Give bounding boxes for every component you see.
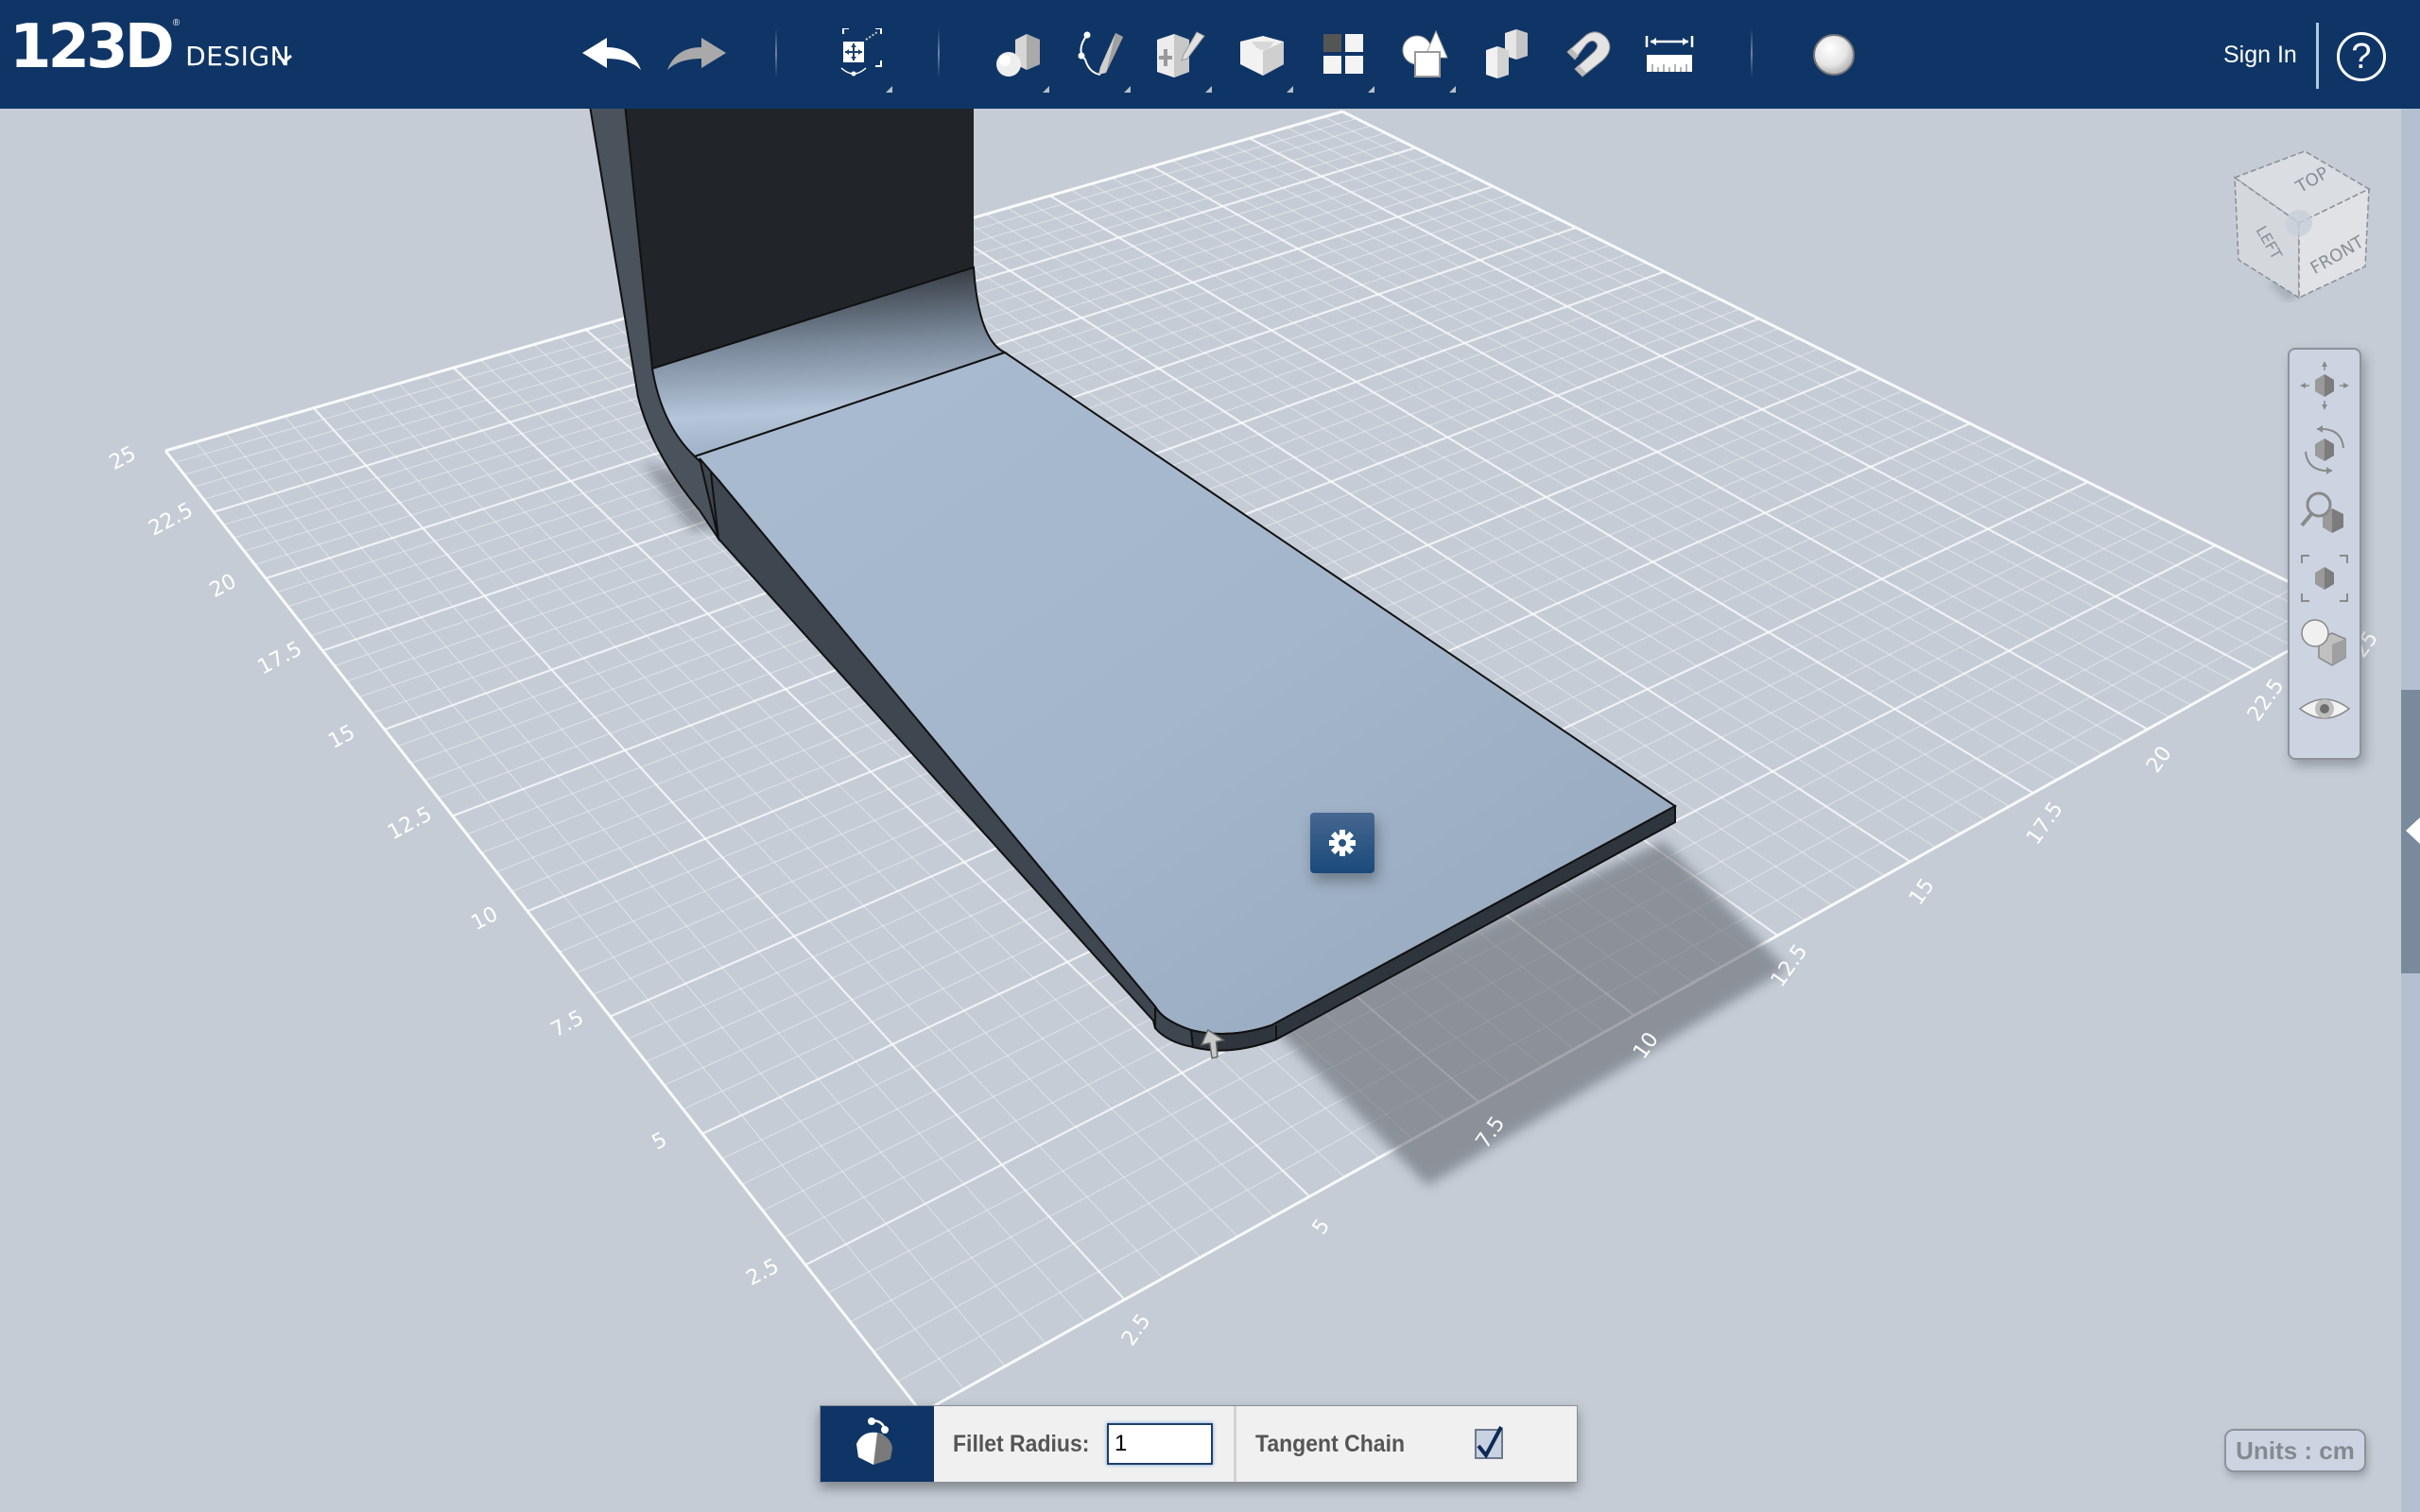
right-axis-tick-label: 17.5 (2022, 798, 2068, 849)
grouping-button[interactable] (1392, 21, 1460, 93)
grid-major-line (1249, 137, 2256, 671)
snap-magnet-icon (1566, 31, 1611, 77)
fit-all-icon (2301, 555, 2348, 602)
3d-viewport[interactable]: 2.5 5 7.5 10 12.5 15 17.5 20 22.5 25 2.5 5 7.5 10 12.5… (0, 109, 2401, 1512)
tangent-chain-label: Tangent Chain (1254, 1430, 1405, 1457)
measure-ruler-icon (1645, 36, 1694, 72)
fit-all-button[interactable] (2296, 550, 2353, 607)
undo-button[interactable] (579, 21, 647, 89)
sketch-button[interactable] (1066, 21, 1134, 93)
materials-outlines-icon (2301, 619, 2346, 666)
orbit-button[interactable] (2296, 421, 2353, 478)
fillet-radius-label: Fillet Radius: (953, 1430, 1090, 1457)
grid-minor-line (1287, 127, 2295, 648)
gear-icon (1329, 830, 1356, 856)
left-axis-tick-label: 17.5 (254, 637, 306, 679)
logo-number: 123D (9, 12, 175, 82)
logo-registered-mark: ® (172, 18, 181, 28)
zoom-magnifier-icon (2300, 491, 2343, 533)
pan-button[interactable] (2296, 357, 2353, 414)
right-axis-tick-label: 2.5 (1117, 1310, 1156, 1350)
dropdown-corner-icon (886, 86, 892, 93)
toolbar-separator (2316, 23, 2319, 89)
left-axis-tick-label: 5 (648, 1128, 671, 1156)
material-sphere-icon (1813, 34, 1855, 76)
right-axis-tick-label: 20 (2142, 742, 2177, 777)
right-axis-tick-label: 15 (1905, 874, 1940, 909)
left-axis-tick-label: 7.5 (547, 1006, 588, 1043)
combine-button[interactable] (1473, 21, 1541, 89)
scene-canvas[interactable]: 2.557.51012.51517.52022.5252.557.51012.5… (0, 109, 2401, 1512)
dropdown-corner-icon (1368, 86, 1374, 93)
dropdown-corner-icon (1287, 86, 1293, 93)
top-toolbar: 123D ® DESIGN Sign In ? (0, 0, 2420, 109)
left-axis-tick-label: 12.5 (384, 802, 436, 845)
navigation-bar (2288, 348, 2361, 760)
checkmark-icon (1477, 1426, 1503, 1459)
dropdown-corner-icon (1205, 86, 1212, 93)
zoom-button[interactable] (2296, 486, 2353, 542)
snap-button[interactable] (1554, 21, 1622, 89)
toolbar-separator (1751, 28, 1753, 77)
units-button[interactable]: Units : cm (2224, 1429, 2366, 1472)
view-cube[interactable]: TOP LEFT FRONT (2231, 142, 2373, 302)
left-axis-tick-label: 2.5 (743, 1255, 784, 1292)
fillet-settings-button[interactable] (1310, 813, 1374, 873)
eye-icon (2298, 698, 2351, 719)
dropdown-corner-icon (1043, 86, 1049, 93)
primitives-button[interactable] (985, 21, 1053, 93)
toolbar-separator (775, 28, 777, 77)
app-menu-chevron-down-icon[interactable] (276, 51, 293, 68)
orbit-icon (2305, 425, 2344, 474)
left-axis-tick-label: 22.5 (145, 499, 197, 541)
left-axis-tick-label: 20 (206, 570, 240, 603)
left-axis-tick-label: 15 (325, 721, 359, 754)
materials-outlines-button[interactable] (2296, 614, 2353, 671)
transform-move-icon (840, 28, 882, 77)
expand-panel-arrow-icon[interactable] (2406, 817, 2420, 844)
material-button[interactable] (1800, 21, 1868, 89)
logo-word: DESIGN (185, 41, 291, 72)
redo-arrow-icon (667, 38, 726, 70)
modify-button[interactable] (1229, 21, 1297, 93)
dropdown-corner-icon (1449, 86, 1456, 93)
right-axis-tick-label: 22.5 (2243, 675, 2290, 726)
primitives-icon (996, 34, 1040, 77)
fillet-radius-input[interactable] (1106, 1423, 1213, 1465)
fillet-panel: Fillet Radius: Tangent Chain (820, 1405, 1578, 1483)
undo-arrow-icon (582, 38, 641, 70)
pattern-button[interactable] (1310, 21, 1378, 93)
grid-minor-line (1230, 143, 2234, 682)
grid-edge-back-right (1341, 110, 2355, 616)
right-axis-tick-label: 5 (1308, 1215, 1336, 1240)
grouping-icon (1402, 29, 1448, 77)
tangent-chain-checkbox[interactable] (1474, 1426, 1503, 1459)
panel-separator (1233, 1406, 1236, 1482)
measure-button[interactable] (1635, 21, 1703, 89)
fillet-tool-icon (821, 1406, 934, 1482)
pan-icon (2300, 361, 2349, 410)
left-axis-tick-label: 25 (106, 442, 140, 475)
app-logo[interactable]: 123D ® DESIGN (9, 17, 290, 77)
view-cube-home-corner[interactable] (2286, 210, 2312, 236)
visibility-button[interactable] (2296, 680, 2353, 737)
dropdown-corner-icon (1124, 86, 1131, 93)
sketch-icon (1078, 31, 1123, 76)
toolbar-separator (938, 28, 940, 77)
sign-in-link[interactable]: Sign In (2223, 42, 2297, 69)
help-icon: ? (2351, 37, 2372, 77)
transform-button[interactable] (828, 21, 896, 93)
combine-icon (1486, 29, 1528, 78)
construct-button[interactable] (1148, 21, 1216, 93)
redo-button[interactable] (662, 21, 730, 89)
construct-icon (1157, 31, 1205, 77)
grid-minor-line (1268, 132, 2275, 660)
help-button[interactable]: ? (2337, 32, 2386, 81)
left-axis-tick-label: 10 (468, 902, 502, 936)
pattern-icon (1323, 34, 1363, 74)
modify-icon (1240, 36, 1284, 76)
